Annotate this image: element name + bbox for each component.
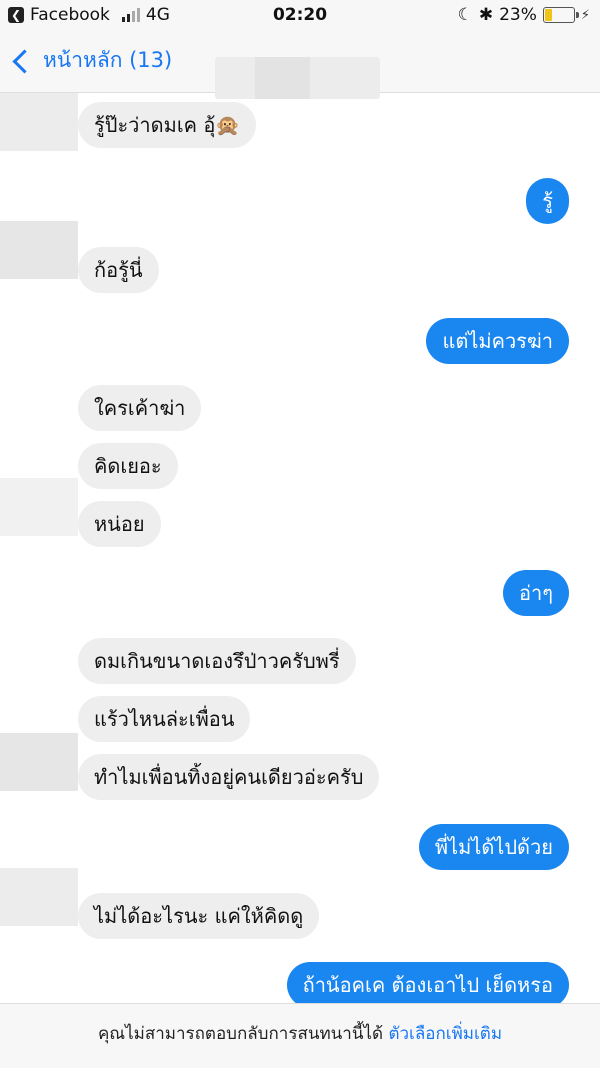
blurred-avatar xyxy=(0,478,78,536)
blurred-avatar xyxy=(0,221,78,279)
message-bubble-incoming[interactable]: แร้วไหนล่ะเพื่อน xyxy=(78,696,251,742)
message-bubble-incoming[interactable]: รู้ป๊ะว่าดมเค อุ้🙊 xyxy=(78,102,257,148)
battery-icon xyxy=(542,7,579,23)
status-right: ☾ ✱ 23% ⚡ xyxy=(458,5,590,25)
back-label: หน้าหลัก (13) xyxy=(43,48,173,72)
message-bubble-outgoing[interactable]: รู้ xyxy=(526,178,569,224)
blurred-avatar xyxy=(0,868,78,926)
more-options-link[interactable]: ตัวเลือกเพิ่มเติม xyxy=(388,1024,502,1044)
reply-disabled-notice: คุณไม่สามารถตอบกลับการสนทนานี้ได้ xyxy=(97,1024,384,1044)
message-bubble-incoming[interactable]: คิดเยอะ xyxy=(78,443,178,489)
message-bubble-incoming[interactable]: ทำไมเพื่อนทิ้งอยู่คนเดียวอ่ะครับ xyxy=(78,754,380,800)
charging-icon: ⚡ xyxy=(580,7,590,23)
message-bubble-incoming[interactable]: หน่อย xyxy=(78,501,161,547)
message-bubble-outgoing[interactable]: แต่ไม่ควรฆ่า xyxy=(426,318,569,364)
chevron-left-icon xyxy=(12,49,37,74)
nav-bar: หน้าหลัก (13) xyxy=(0,32,600,99)
message-bubble-incoming[interactable]: ดมเกินขนาดเองรึป่าวครับพรี่ xyxy=(78,638,356,684)
message-bubble-incoming[interactable]: ไม่ได้อะไรนะ แค่ให้คิดดู xyxy=(78,893,320,939)
bluetooth-icon: ✱ xyxy=(478,5,494,25)
status-bar: ❮ Facebook 4G 02:20 ☾ ✱ 23% ⚡ xyxy=(0,0,600,32)
conversation: รู้ป๊ะว่าดมเค อุ้🙊 รู้ ก้อรู้นี่ แต่ไม่ค… xyxy=(0,93,600,1003)
message-bubble-outgoing[interactable]: ถ้าน้อคเค ต้องเอาไป เย็ดหรอ xyxy=(286,962,569,1003)
reply-disabled-bar: คุณไม่สามารถตอบกลับการสนทนานี้ได้ ตัวเลื… xyxy=(0,1003,600,1068)
message-bubble-outgoing[interactable]: พี่ไม่ได้ไปด้วย xyxy=(418,824,569,870)
message-bubble-incoming[interactable]: ใครเค้าฆ่า xyxy=(78,385,202,431)
battery-percent: 23% xyxy=(499,5,537,25)
message-bubble-outgoing[interactable]: อ่าๆ xyxy=(503,570,569,616)
back-button[interactable]: หน้าหลัก (13) xyxy=(12,44,173,77)
moon-icon: ☾ xyxy=(457,5,473,25)
blurred-avatar xyxy=(0,93,78,151)
blurred-avatar xyxy=(0,733,78,791)
message-bubble-incoming[interactable]: ก้อรู้นี่ xyxy=(78,247,159,293)
